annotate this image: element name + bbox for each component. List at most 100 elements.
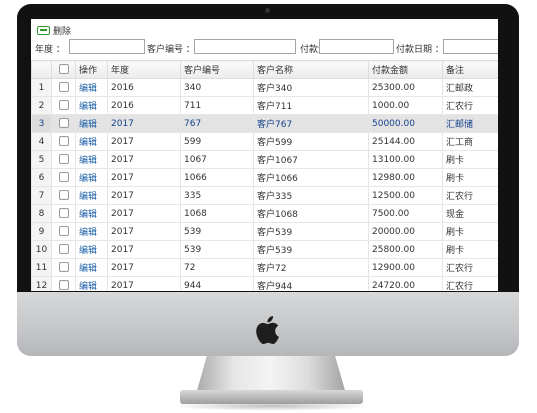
table-row[interactable]: 12 编辑 2017 944 客户944 24720.00 汇农行: [31, 276, 498, 291]
edit-link[interactable]: 编辑: [75, 258, 108, 277]
cell-year: 2016: [107, 96, 181, 115]
header-year[interactable]: 年度: [107, 60, 181, 79]
filter-bar: 年度 ： 客户编号 ： 付款金额 ： 付款日期 ：: [31, 39, 498, 57]
table-row[interactable]: 9 编辑 2017 539 客户539 20000.00 刷卡: [31, 222, 498, 241]
cell-customer-no: 599: [180, 132, 254, 151]
cell-amount: 25800.00: [368, 240, 443, 259]
row-checkbox[interactable]: [51, 150, 76, 169]
header-customer-name[interactable]: 客户名称: [253, 60, 369, 79]
cell-amount: 24720.00: [368, 276, 443, 291]
row-checkbox[interactable]: [51, 96, 76, 115]
row-checkbox[interactable]: [51, 186, 76, 205]
row-number: 10: [31, 240, 52, 259]
edit-link-label[interactable]: 编辑: [79, 282, 97, 291]
cell-note: 汇工商: [442, 132, 498, 151]
cell-amount: 50000.00: [368, 114, 443, 133]
date-filter-label: 付款日期 ：: [396, 45, 444, 55]
cell-customer-name: 客户335: [253, 186, 369, 205]
edit-link[interactable]: 编辑: [75, 150, 108, 169]
table-row[interactable]: 10 编辑 2017 539 客户539 25800.00 刷卡: [31, 240, 498, 259]
cell-customer-no: 335: [180, 186, 254, 205]
row-number: 3: [31, 114, 52, 133]
edit-link[interactable]: 编辑: [75, 168, 108, 187]
row-number: 5: [31, 150, 52, 169]
row-checkbox[interactable]: [51, 204, 76, 223]
header-amount[interactable]: 付款金额: [368, 60, 443, 79]
table-row[interactable]: 11 编辑 2017 72 客户72 12900.00 汇农行: [31, 258, 498, 277]
edit-link[interactable]: 编辑: [75, 78, 108, 97]
edit-link-label[interactable]: 编辑: [79, 174, 97, 184]
table-row[interactable]: 1 编辑 2016 340 客户340 25300.00 汇邮政: [31, 78, 498, 97]
table-row[interactable]: 2 编辑 2016 711 客户711 1000.00 汇农行: [31, 96, 498, 115]
row-checkbox[interactable]: [51, 114, 76, 133]
select-all-checkbox[interactable]: [51, 60, 76, 79]
row-number: 12: [31, 276, 52, 291]
edit-link[interactable]: 编辑: [75, 132, 108, 151]
table-row[interactable]: 6 编辑 2017 1066 客户1066 12980.00 刷卡: [31, 168, 498, 187]
row-checkbox[interactable]: [51, 258, 76, 277]
row-checkbox[interactable]: [51, 132, 76, 151]
year-filter-input[interactable]: [69, 39, 145, 54]
cell-note: 刷卡: [442, 168, 498, 187]
row-checkbox[interactable]: [51, 78, 76, 97]
table-row[interactable]: 5 编辑 2017 1067 客户1067 13100.00 刷卡: [31, 150, 498, 169]
edit-link[interactable]: 编辑: [75, 96, 108, 115]
edit-link[interactable]: 编辑: [75, 186, 108, 205]
checkbox-icon: [58, 136, 69, 147]
cell-customer-no: 1067: [180, 150, 254, 169]
cell-year: 2017: [107, 240, 181, 259]
cell-amount: 13100.00: [368, 150, 443, 169]
amount-filter-input[interactable]: [319, 39, 394, 54]
header-op[interactable]: 操作: [75, 60, 108, 79]
row-number: 4: [31, 132, 52, 151]
cell-year: 2017: [107, 204, 181, 223]
cell-year: 2017: [107, 186, 181, 205]
cell-note: 汇农行: [442, 186, 498, 205]
edit-link-label[interactable]: 编辑: [79, 264, 97, 274]
table-row[interactable]: 3 编辑 2017 767 客户767 50000.00 汇邮储: [31, 114, 498, 133]
cell-year: 2016: [107, 78, 181, 97]
cell-customer-name: 客户1067: [253, 150, 369, 169]
edit-link-label[interactable]: 编辑: [79, 120, 97, 130]
edit-link-label[interactable]: 编辑: [79, 192, 97, 202]
table-header-row: 操作 年度 客户编号 客户名称 付款金额 备注: [31, 60, 498, 79]
minus-box-icon: [37, 25, 50, 35]
table-row[interactable]: 7 编辑 2017 335 客户335 12500.00 汇农行: [31, 186, 498, 205]
row-checkbox[interactable]: [51, 240, 76, 259]
cell-customer-no: 539: [180, 240, 254, 259]
edit-link[interactable]: 编辑: [75, 222, 108, 241]
cell-year: 2017: [107, 132, 181, 151]
cell-note: 刷卡: [442, 222, 498, 241]
row-number: 6: [31, 168, 52, 187]
header-note[interactable]: 备注: [442, 60, 498, 79]
edit-link-label[interactable]: 编辑: [79, 246, 97, 256]
checkbox-icon: [58, 262, 69, 273]
edit-link[interactable]: 编辑: [75, 204, 108, 223]
edit-link[interactable]: 编辑: [75, 240, 108, 259]
edit-link[interactable]: 编辑: [75, 276, 108, 291]
row-checkbox[interactable]: [51, 168, 76, 187]
checkbox-icon: [58, 82, 69, 93]
header-customer-no[interactable]: 客户编号: [180, 60, 254, 79]
edit-link-label[interactable]: 编辑: [79, 210, 97, 220]
table-row[interactable]: 8 编辑 2017 1068 客户1068 7500.00 现金: [31, 204, 498, 223]
date-filter-input[interactable]: [443, 39, 498, 54]
cell-customer-name: 客户539: [253, 240, 369, 259]
edit-link[interactable]: 编辑: [75, 114, 108, 133]
edit-link-label[interactable]: 编辑: [79, 84, 97, 94]
row-checkbox[interactable]: [51, 222, 76, 241]
camera-icon: [265, 8, 270, 13]
row-checkbox[interactable]: [51, 276, 76, 291]
cell-note: 汇邮储: [442, 114, 498, 133]
apple-logo-icon: [254, 315, 280, 349]
customer-no-filter-input[interactable]: [194, 39, 296, 54]
row-number: 2: [31, 96, 52, 115]
edit-link-label[interactable]: 编辑: [79, 156, 97, 166]
delete-button[interactable]: 删除: [37, 22, 71, 38]
edit-link-label[interactable]: 编辑: [79, 228, 97, 238]
cell-year: 2017: [107, 258, 181, 277]
edit-link-label[interactable]: 编辑: [79, 102, 97, 112]
edit-link-label[interactable]: 编辑: [79, 138, 97, 148]
customer-no-filter-label: 客户编号 ：: [147, 45, 195, 55]
table-row[interactable]: 4 编辑 2017 599 客户599 25144.00 汇工商: [31, 132, 498, 151]
